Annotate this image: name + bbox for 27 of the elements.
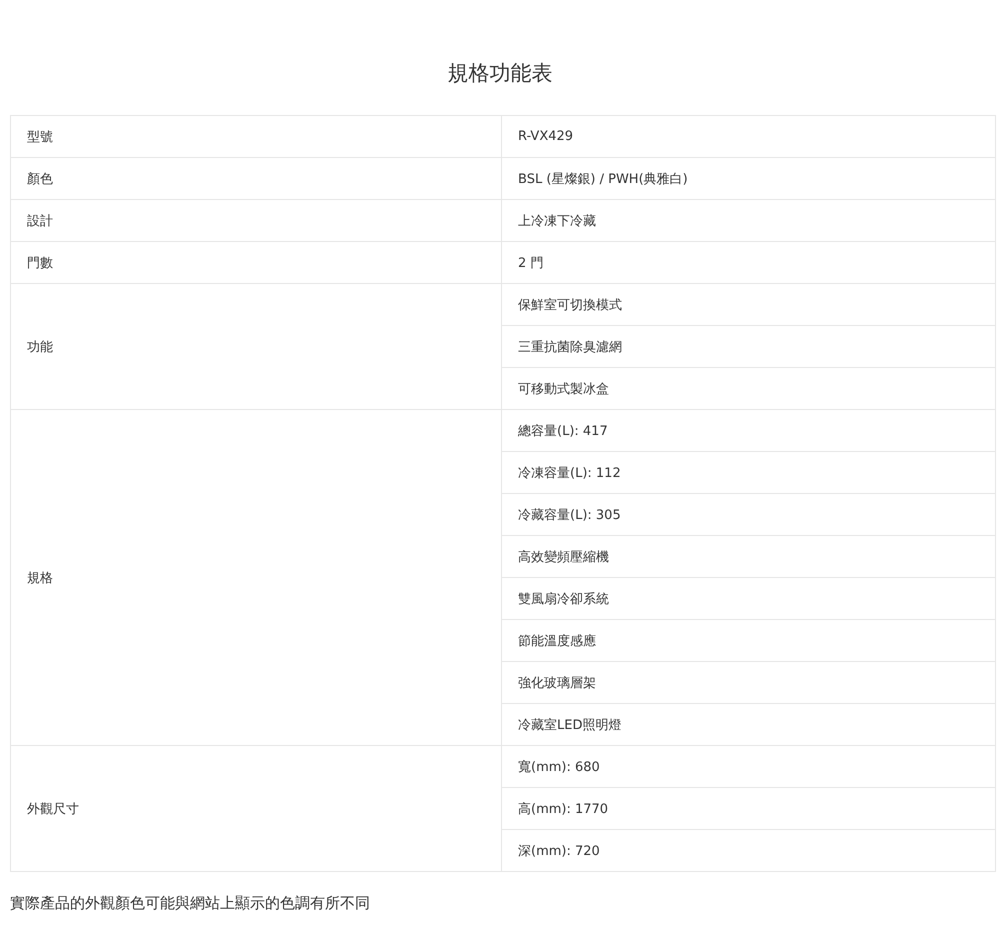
table-cell: BSL (星燦銀) / PWH(典雅白) [502, 158, 996, 200]
table-cell: 三重抗菌除臭濾網 [502, 326, 996, 368]
page-title: 規格功能表 [446, 60, 554, 87]
table-cell: 寬(mm): 680 [502, 746, 996, 788]
table-cell: 保鮮室可切換模式 [502, 284, 996, 326]
table-cell: 上冷凍下冷藏 [502, 200, 996, 242]
footnote: 實際產品的外觀顏色可能與網站上顯示的色調有所不同 [10, 894, 371, 913]
table-cell: 外觀尺寸 [10, 746, 502, 872]
table-cell: 可移動式製冰盒 [502, 368, 996, 410]
table-cell: R-VX429 [502, 116, 996, 158]
table-cell: 型號 [10, 116, 502, 158]
table-cell: 顏色 [10, 158, 502, 200]
table-cell: 總容量(L): 417 [502, 410, 996, 452]
table-cell: 深(mm): 720 [502, 830, 996, 872]
table-cell: 節能溫度感應 [502, 620, 996, 662]
table-cell: 功能 [10, 284, 502, 410]
table-cell: 2 門 [502, 242, 996, 284]
table-cell: 高(mm): 1770 [502, 788, 996, 830]
table-cell: 高效變頻壓縮機 [502, 536, 996, 578]
table-cell: 冷藏容量(L): 305 [502, 494, 996, 536]
table-cell: 規格 [10, 410, 502, 746]
table-cell: 冷藏室LED照明燈 [502, 704, 996, 746]
table-cell: 強化玻璃層架 [502, 662, 996, 704]
table-cell: 雙風扇冷卻系統 [502, 578, 996, 620]
table-cell: 冷凍容量(L): 112 [502, 452, 996, 494]
table-cell: 門數 [10, 242, 502, 284]
table-cell: 設計 [10, 200, 502, 242]
